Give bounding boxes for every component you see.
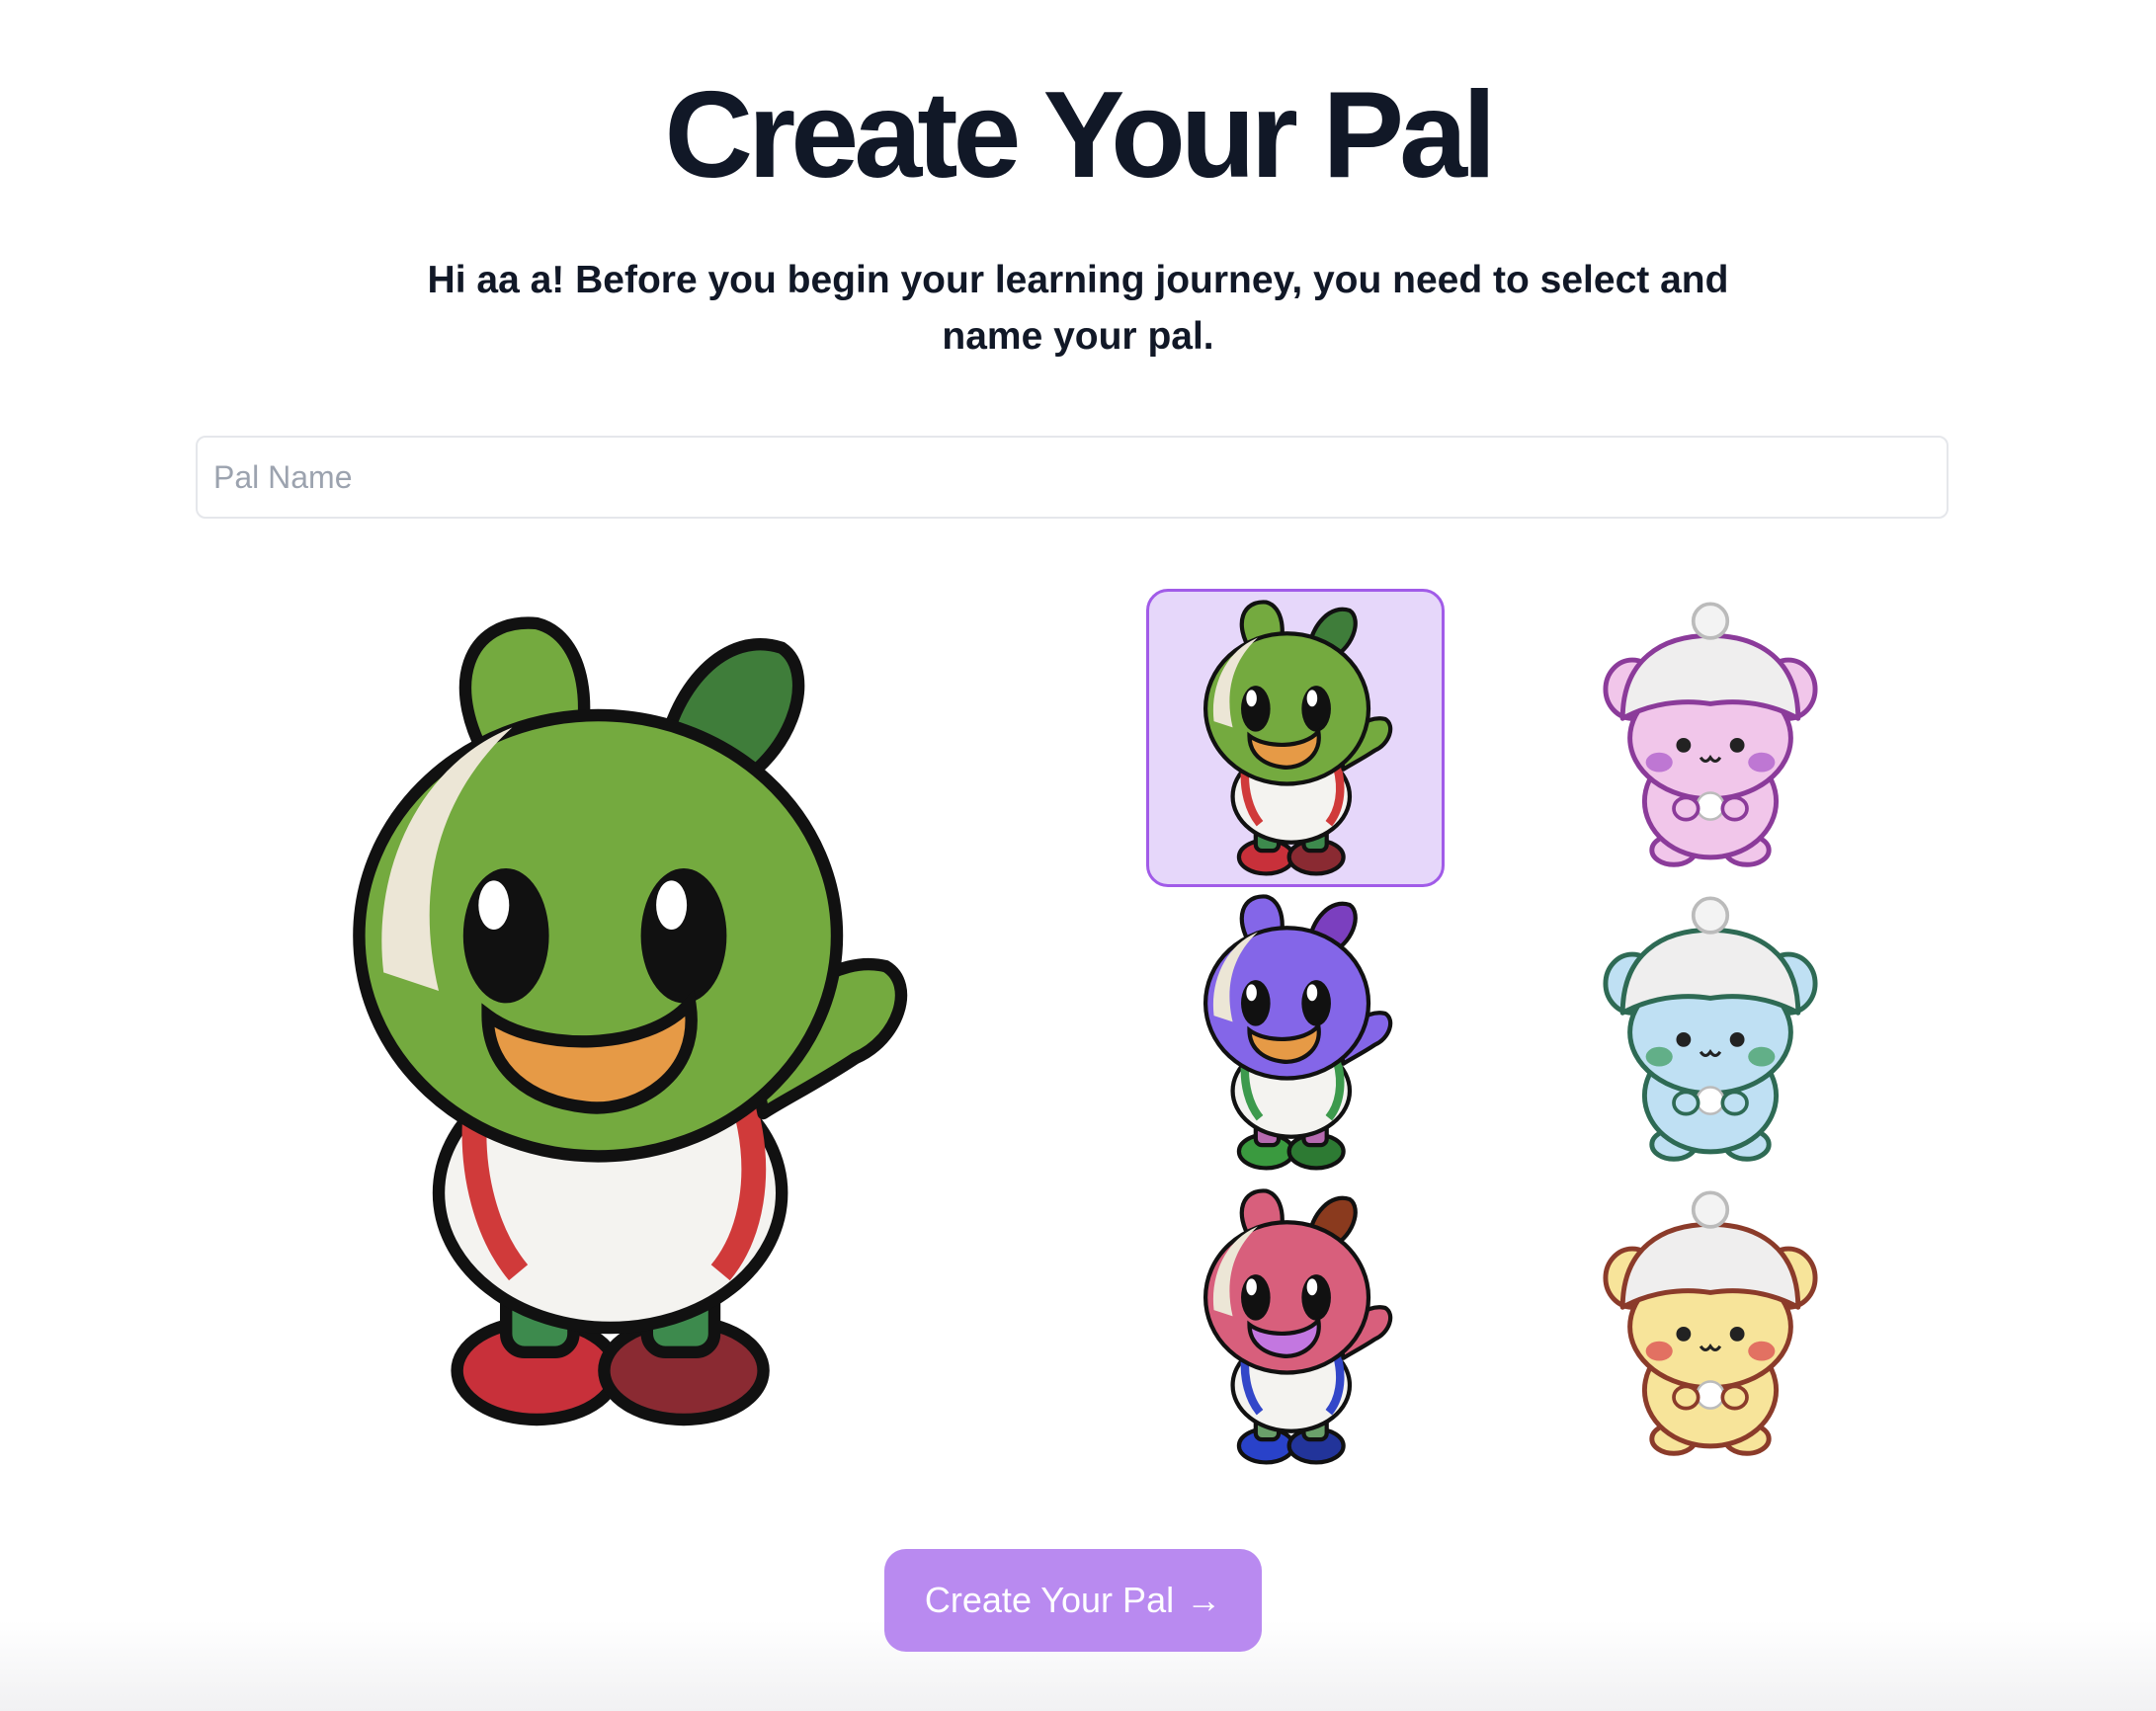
page-title: Create Your Pal (664, 67, 1496, 204)
create-pal-button[interactable]: Create Your Pal → (884, 1549, 1262, 1652)
pal-option-sprout[interactable] (1146, 589, 1445, 887)
pal-name-input[interactable] (196, 436, 1949, 519)
pal-option-sprout[interactable] (1146, 1178, 1445, 1476)
pal-options-grid (1146, 589, 1858, 1478)
arrow-right-icon: → (1186, 1580, 1222, 1620)
pal-option-bear[interactable] (1561, 883, 1860, 1181)
selected-pal-preview (316, 593, 929, 1442)
pal-option-bear[interactable] (1561, 589, 1860, 887)
create-pal-page: Create Your Pal Hi aa a! Before you begi… (0, 0, 2156, 1711)
pal-option-sprout[interactable] (1146, 883, 1445, 1181)
pal-option-bear[interactable] (1561, 1178, 1860, 1476)
page-subtitle: Hi aa a! Before you begin your learning … (427, 259, 1729, 358)
create-pal-button-label: Create Your Pal (924, 1580, 1175, 1620)
